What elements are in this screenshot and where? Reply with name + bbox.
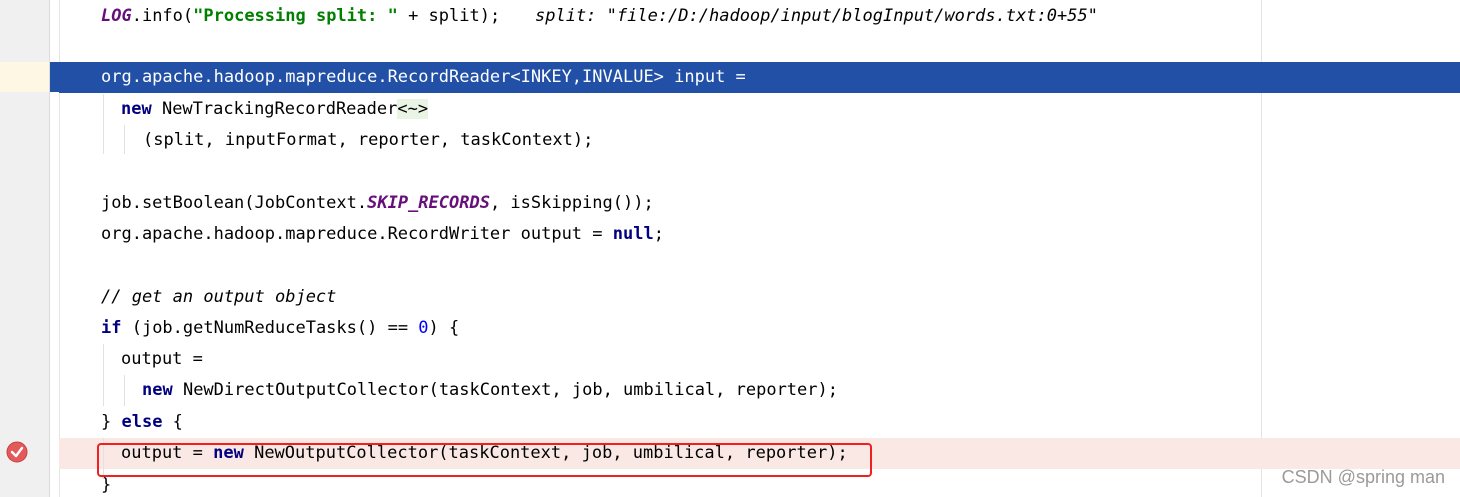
code-line-1[interactable]: LOG.info("Processing split: " + split); … — [0, 1, 1460, 32]
fold-strip-selected — [50, 62, 59, 92]
gutter-current-line — [0, 62, 49, 92]
code-line-5[interactable]: (split, inputFormat, reporter, taskConte… — [0, 125, 1460, 156]
code-line-selected[interactable]: org.apache.hadoop.mapreduce.RecordReader… — [59, 62, 1460, 93]
inline-debug-hint: split: "file:/D:/hadoop/input/blogInput/… — [535, 6, 1098, 26]
code-line-8[interactable]: org.apache.hadoop.mapreduce.RecordWriter… — [0, 219, 1460, 250]
code-line-13[interactable]: new NewDirectOutputCollector(taskContext… — [0, 375, 1460, 406]
code-line-12[interactable]: output = — [0, 344, 1460, 375]
indent-guide — [103, 94, 104, 154]
breakpoint-check-icon[interactable] — [6, 441, 28, 463]
string-literal: "Processing split: " — [193, 6, 398, 26]
code-line-comment[interactable]: // get an output object — [0, 282, 1460, 313]
indent-guide — [124, 375, 125, 406]
skip-records-constant: SKIP_RECORDS — [367, 193, 490, 213]
annotation-highlight-box — [97, 443, 872, 477]
indent-guide — [124, 125, 125, 154]
code-editor[interactable]: LOG.info("Processing split: " + split); … — [0, 0, 1460, 497]
watermark: CSDN @spring man — [1281, 467, 1445, 487]
code-line-if[interactable]: if (job.getNumReduceTasks() == 0) { — [0, 313, 1460, 344]
collapsed-generic-diamond[interactable]: <~> — [397, 99, 429, 119]
code-line-4[interactable]: new NewTrackingRecordReader<~> — [0, 94, 1460, 125]
indent-guide — [103, 344, 104, 406]
code-line-else[interactable]: } else { — [0, 407, 1460, 438]
code-line-7[interactable]: job.setBoolean(JobContext.SKIP_RECORDS, … — [0, 188, 1460, 219]
log-field: LOG — [101, 6, 132, 26]
